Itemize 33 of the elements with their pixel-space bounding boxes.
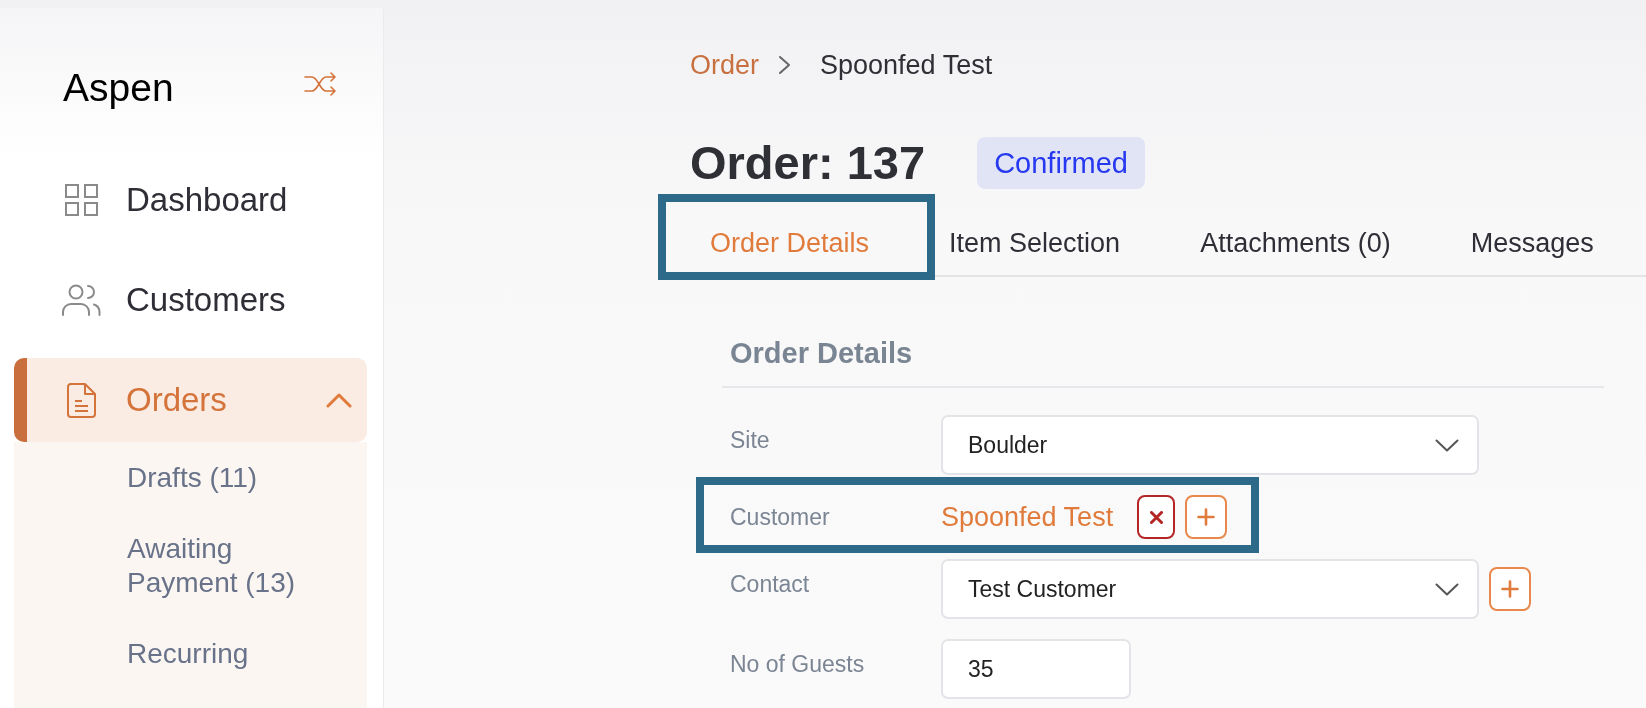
field-label: No of Guests <box>730 650 866 679</box>
document-icon <box>66 382 97 418</box>
submenu-item[interactable]: Recurring <box>14 618 367 689</box>
breadcrumb-current: Spoonfed Test <box>820 49 993 82</box>
app-logo: Aspen <box>63 68 174 108</box>
tab[interactable]: Messages <box>1430 202 1634 275</box>
close-icon <box>1149 510 1163 524</box>
dropdown-field[interactable]: Boulder <box>941 415 1479 475</box>
nav-item[interactable]: Customers <box>14 258 367 342</box>
remove-button[interactable] <box>1137 495 1176 539</box>
status-badge: Confirmed <box>977 137 1145 189</box>
nav-item[interactable]: Dashboard <box>14 158 367 242</box>
users-icon <box>61 284 101 316</box>
plus-icon <box>1197 508 1216 526</box>
dropdown-field[interactable]: Test Customer <box>941 559 1479 619</box>
tab[interactable]: Item Selection <box>909 202 1161 275</box>
add-button[interactable] <box>1489 567 1531 611</box>
shuffle-icon[interactable] <box>304 72 338 96</box>
submenu-item[interactable]: Awaiting Payment (13) <box>14 513 367 618</box>
page-title: Order: 137 <box>690 135 926 191</box>
section-title: Order Details <box>722 335 1604 388</box>
chevron-right-icon <box>778 55 792 75</box>
plus-icon <box>1501 580 1519 598</box>
chevron-down-icon <box>1435 438 1459 452</box>
chevron-down-icon <box>1435 582 1459 596</box>
field-label: Contact <box>730 570 811 599</box>
submenu-item[interactable]: Drafts (11) <box>14 442 367 513</box>
input-field[interactable]: 35 <box>941 639 1131 699</box>
tab[interactable]: Attachments (0) <box>1160 202 1431 275</box>
field-label: Site <box>730 426 771 455</box>
grid-icon <box>65 184 98 216</box>
add-button[interactable] <box>1185 495 1228 539</box>
field-label: Customer <box>730 503 831 532</box>
